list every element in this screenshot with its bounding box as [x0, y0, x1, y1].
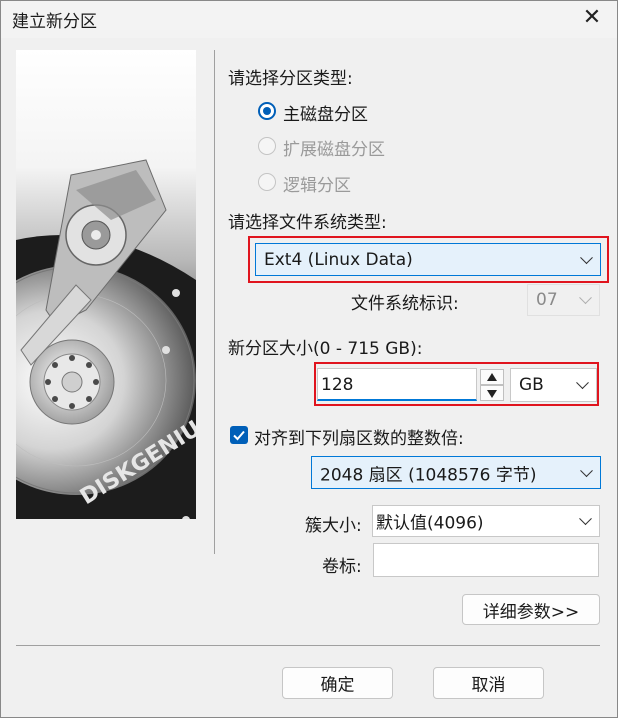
- cluster-size-select[interactable]: 默认值(4096): [372, 505, 600, 537]
- filesystem-select-value: Ext4 (Linux Data): [264, 249, 413, 270]
- size-unit-value: GB: [519, 375, 544, 395]
- horizontal-divider: [16, 645, 600, 646]
- chevron-down-icon: [576, 376, 589, 390]
- chevron-down-icon: [579, 512, 592, 526]
- radio-primary-partition-label[interactable]: 主磁盘分区: [283, 100, 368, 125]
- filesystem-id-select: 07: [527, 284, 600, 316]
- cancel-button[interactable]: 取消: [433, 667, 544, 699]
- alignment-select-value: 2048 扇区 (1048576 字节): [320, 465, 537, 485]
- size-input[interactable]: 128: [317, 368, 477, 401]
- details-button-label: 详细参数>>: [482, 602, 580, 622]
- vertical-divider: [214, 50, 215, 554]
- triangle-down-icon: [487, 390, 497, 398]
- volume-label: 卷标:: [322, 557, 362, 577]
- filesystem-prompt: 请选择文件系统类型:: [228, 213, 387, 233]
- size-increment-button[interactable]: [480, 369, 504, 385]
- cluster-size-value: 默认值(4096): [376, 513, 484, 534]
- cancel-button-label: 取消: [471, 675, 506, 696]
- ok-button[interactable]: 确定: [282, 667, 393, 699]
- cluster-size-label: 簇大小:: [305, 516, 362, 536]
- radio-primary-partition[interactable]: [258, 102, 276, 120]
- partition-type-prompt: 请选择分区类型:: [228, 69, 353, 89]
- size-label: 新分区大小(0 - 715 GB):: [228, 339, 423, 359]
- size-unit-select[interactable]: GB: [510, 368, 597, 402]
- radio-logical-partition-label: 逻辑分区: [283, 176, 351, 196]
- radio-extended-partition: [258, 137, 276, 155]
- filesystem-id-value: 07: [536, 290, 558, 310]
- volume-label-input[interactable]: [373, 543, 599, 577]
- chevron-down-icon: [580, 250, 593, 264]
- chevron-down-icon: [579, 291, 592, 305]
- size-input-value: 128: [321, 375, 354, 395]
- alignment-select[interactable]: 2048 扇区 (1048576 字节): [311, 456, 601, 489]
- size-decrement-button[interactable]: [480, 385, 504, 401]
- ok-button-label: 确定: [320, 675, 355, 696]
- align-checkbox-label[interactable]: 对齐到下列扇区数的整数倍:: [254, 424, 464, 449]
- close-icon[interactable]: ✕: [574, 2, 610, 34]
- window-title: 建立新分区: [12, 12, 97, 32]
- checkmark-icon: [233, 430, 245, 441]
- details-button[interactable]: 详细参数>>: [462, 594, 600, 625]
- radio-extended-partition-label: 扩展磁盘分区: [283, 140, 385, 160]
- align-checkbox[interactable]: [230, 426, 248, 444]
- triangle-up-icon: [487, 373, 497, 381]
- filesystem-id-label: 文件系统标识:: [351, 294, 459, 314]
- hard-disk-image: DISKGENIUS: [16, 50, 196, 519]
- filesystem-select[interactable]: Ext4 (Linux Data): [255, 243, 601, 276]
- chevron-down-icon: [580, 463, 593, 477]
- radio-logical-partition: [258, 173, 276, 191]
